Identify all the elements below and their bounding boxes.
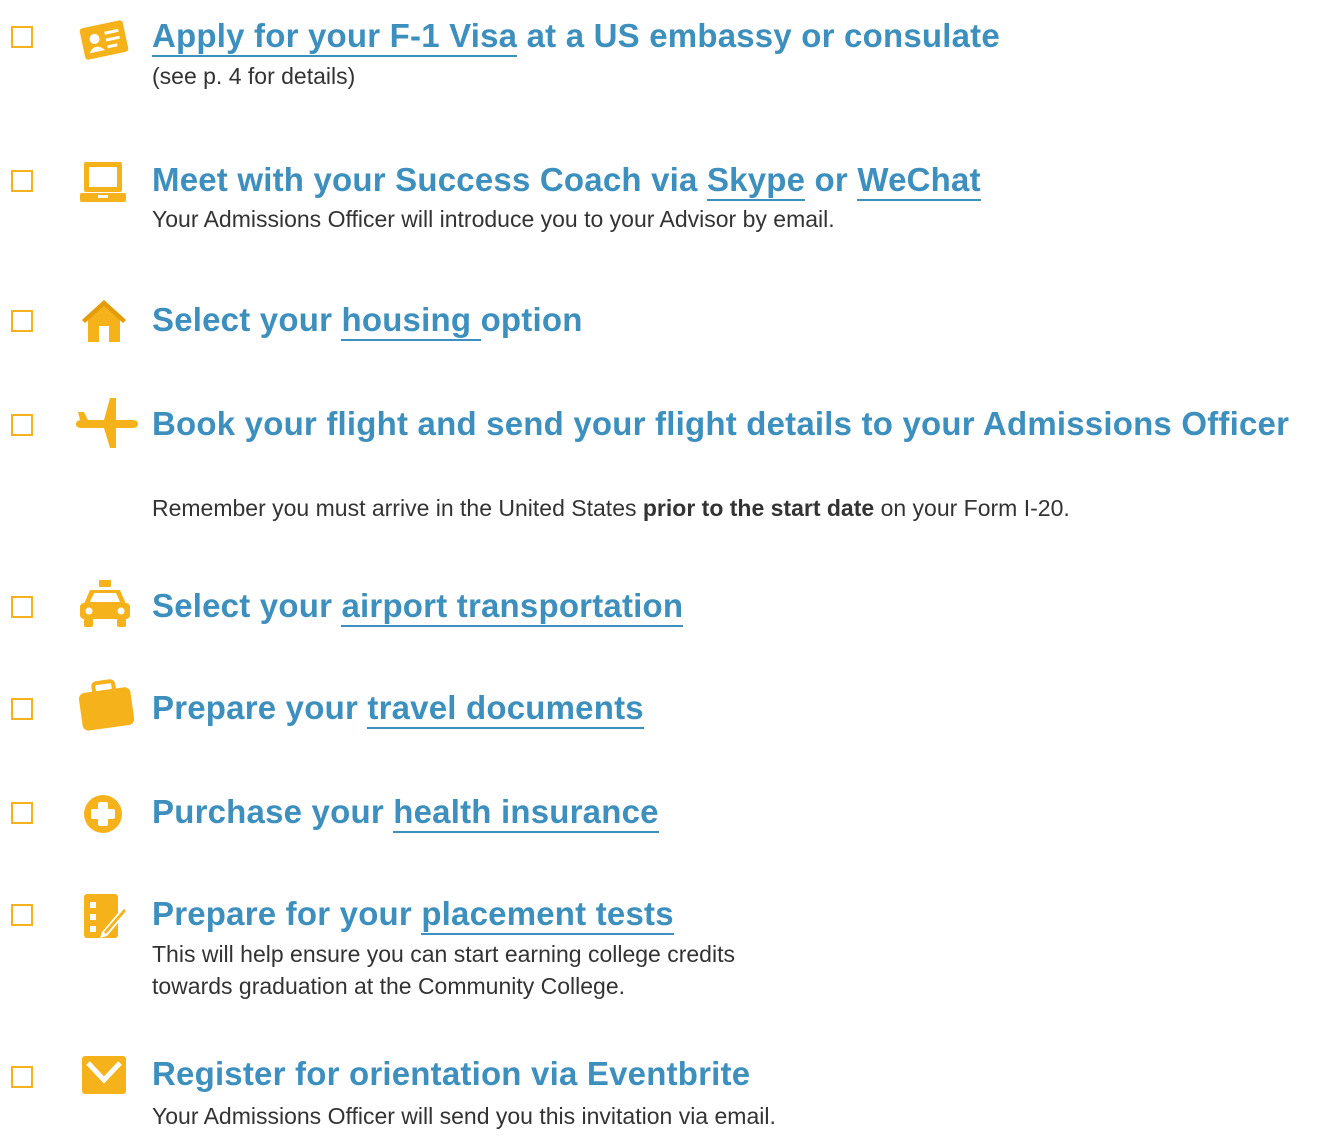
checkbox[interactable] <box>11 414 33 436</box>
title-text: Select your <box>152 301 342 338</box>
briefcase-icon <box>76 676 136 734</box>
title-text: or <box>805 161 858 198</box>
desc-text: on your Form I-20. <box>874 495 1070 521</box>
wechat-link[interactable]: WeChat <box>857 161 981 201</box>
title-text: Purchase your <box>152 793 394 830</box>
title-text: Meet with your Success Coach via <box>152 161 707 198</box>
checkbox[interactable] <box>11 904 33 926</box>
medical-cross-icon <box>83 794 123 834</box>
item-description: (see p. 4 for details) <box>152 63 356 89</box>
id-card-icon <box>78 16 130 64</box>
title-text: Prepare your <box>152 689 368 726</box>
item-description: Remember you must arrive in the United S… <box>152 492 1070 524</box>
title-text: option <box>480 301 583 338</box>
housing-link[interactable]: housing <box>341 301 481 341</box>
airplane-icon <box>74 396 140 450</box>
item-title: Register for orientation via Eventbrite <box>152 1055 751 1092</box>
placement-tests-link[interactable]: placement tests <box>421 895 674 935</box>
desc-text: Remember you must arrive in the United S… <box>152 495 643 521</box>
checkbox[interactable] <box>11 802 33 824</box>
house-icon <box>80 298 128 344</box>
checkbox[interactable] <box>11 170 33 192</box>
envelope-icon <box>82 1056 126 1094</box>
item-description: towards graduation at the Community Coll… <box>152 973 626 999</box>
item-description: This will help ensure you can start earn… <box>152 941 735 967</box>
taxi-icon <box>78 580 132 628</box>
checkbox[interactable] <box>11 26 33 48</box>
item-title: Prepare your travel documents <box>152 688 644 729</box>
checkbox[interactable] <box>11 596 33 618</box>
item-title: Meet with your Success Coach via Skype o… <box>152 160 981 201</box>
checkbox[interactable] <box>11 698 33 720</box>
item-title: Select your airport transportation <box>152 586 684 627</box>
title-text: Select your <box>152 587 342 624</box>
laptop-icon <box>80 160 126 204</box>
skype-link[interactable]: Skype <box>706 161 806 201</box>
travel-documents-link[interactable]: travel documents <box>367 689 644 729</box>
item-description: Your Admissions Officer will send you th… <box>152 1103 776 1129</box>
item-title: Book your flight and send your flight de… <box>152 405 1290 442</box>
checkbox[interactable] <box>11 1066 33 1088</box>
item-title: Select your housing option <box>152 300 583 341</box>
item-title: Purchase your health insurance <box>152 792 659 833</box>
airport-transportation-link[interactable]: airport transportation <box>341 587 684 627</box>
title-text: Prepare for your <box>152 895 422 932</box>
visa-link[interactable]: Apply for your F-1 Visa <box>152 17 518 57</box>
item-description: Your Admissions Officer will introduce y… <box>152 206 835 232</box>
item-title: Prepare for your placement tests <box>152 894 674 935</box>
desc-emphasis: prior to the start date <box>642 495 875 521</box>
test-pencil-icon <box>82 892 130 940</box>
health-insurance-link[interactable]: health insurance <box>393 793 659 833</box>
checkbox[interactable] <box>11 310 33 332</box>
title-text: at a US embassy or consulate <box>517 17 1000 54</box>
item-title: Apply for your F-1 Visa at a US embassy … <box>152 16 1000 57</box>
